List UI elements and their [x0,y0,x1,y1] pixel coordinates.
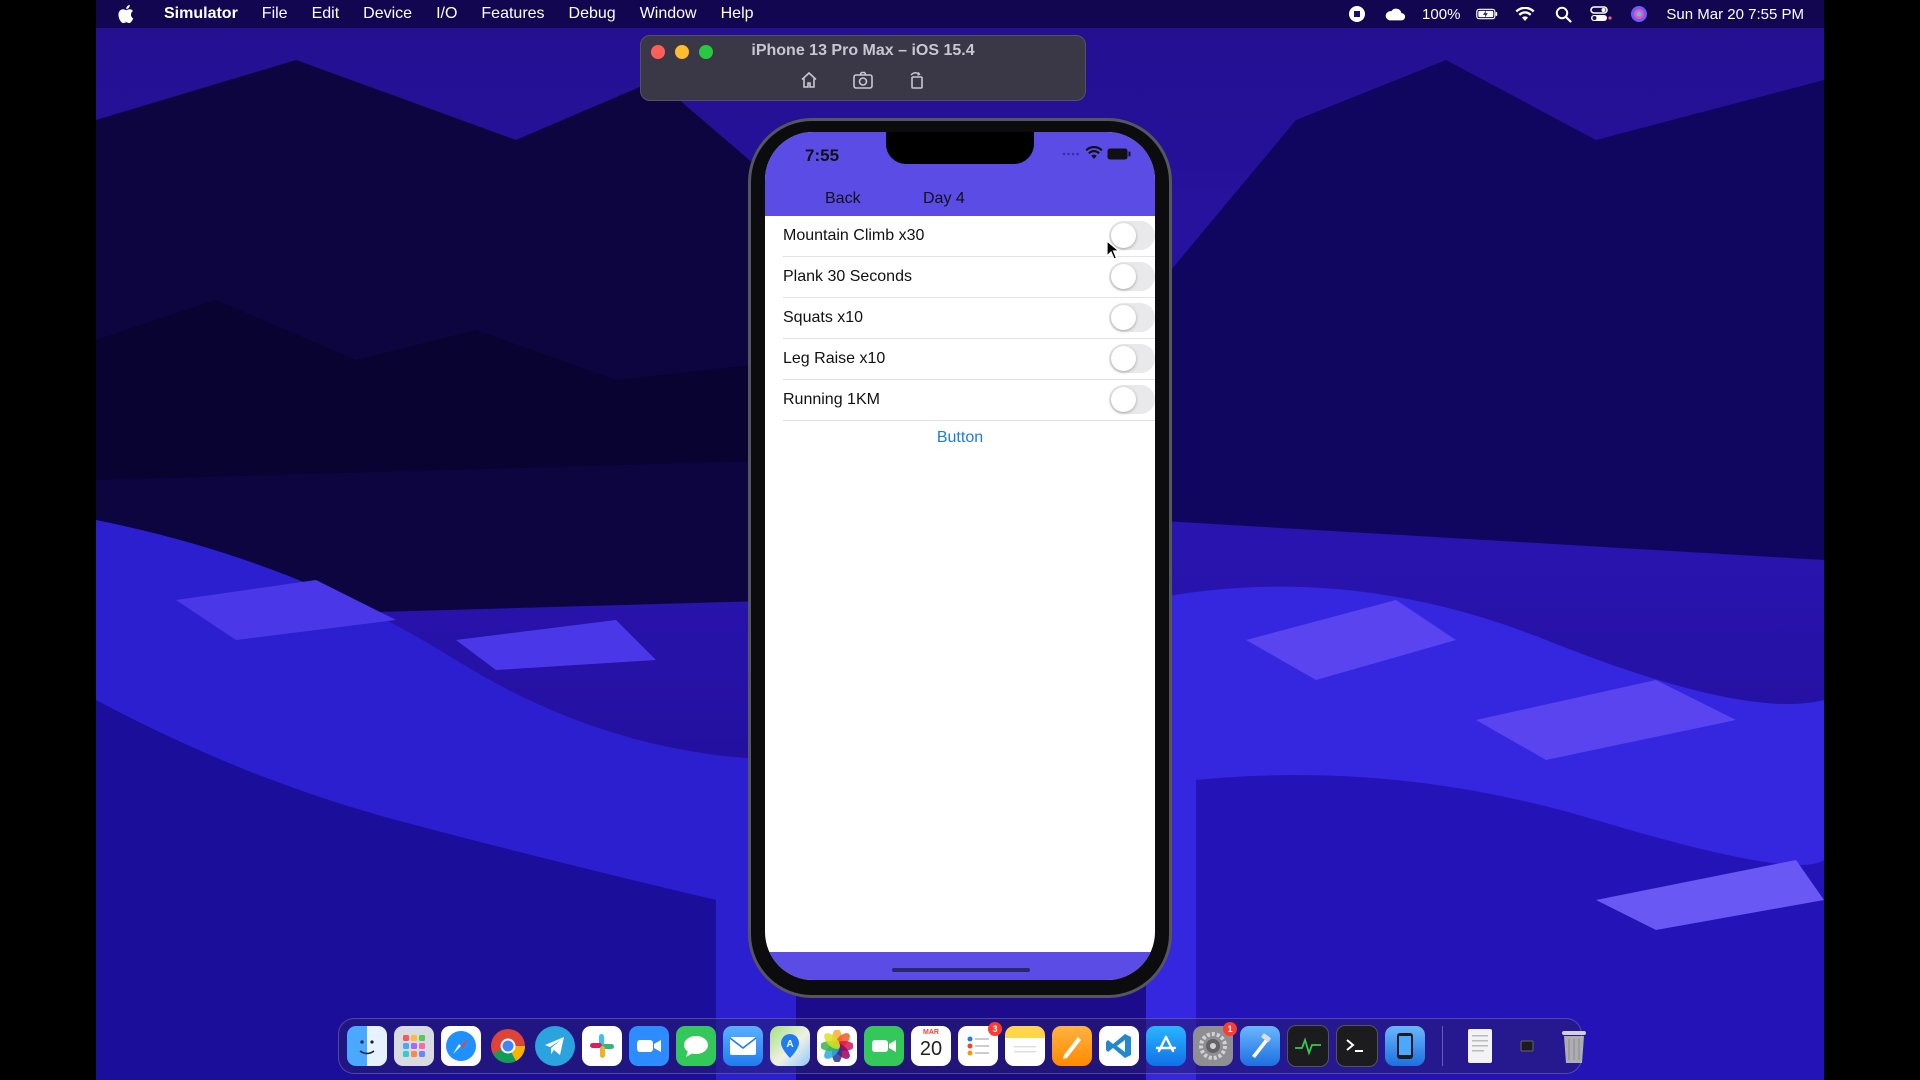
exercise-row: Running 1KM [783,380,1155,421]
screenshot-icon[interactable] [853,70,873,90]
simulator-window-title: iPhone 13 Pro Max – iOS 15.4 [751,42,975,59]
exercise-toggle[interactable] [1109,344,1155,373]
reminders-icon[interactable]: 3 [958,1022,1002,1066]
safari-icon[interactable] [441,1026,481,1066]
vscode-icon[interactable] [1099,1026,1139,1066]
chrome-icon[interactable] [488,1026,528,1066]
terminal-window-icon[interactable] [1507,1026,1547,1066]
notch [886,132,1034,164]
ios-status-time: 7:55 [805,146,840,165]
exercise-label: Squats x10 [783,309,864,326]
menu-debug[interactable]: Debug [557,0,628,28]
app-store-icon[interactable] [1146,1026,1186,1066]
iphone-screen: 7:55 Back Day 4 Mountain Climb x30 Plank… [765,132,1155,980]
toggle-knob [1111,387,1136,412]
battery-percent: 100% [1422,5,1461,23]
exercise-toggle[interactable] [1109,303,1155,332]
home-icon[interactable] [799,70,819,90]
mail-icon[interactable] [723,1026,763,1066]
calendar-month: MAR [923,1029,939,1036]
cellular-dots-icon [1062,152,1079,156]
toggle-knob [1111,346,1136,371]
simulator-icon[interactable] [1385,1026,1425,1066]
finder-icon[interactable] [347,1026,387,1066]
messages-icon[interactable] [676,1026,716,1066]
ios-wifi-icon [1085,146,1103,159]
maps-icon[interactable]: A [770,1026,810,1066]
menu-clock[interactable]: Sun Mar 20 7:55 PM [1666,6,1804,23]
exercise-row: Squats x10 [783,298,1155,339]
calendar-day: 20 [919,1038,943,1060]
exercise-label: Mountain Climb x30 [783,227,925,244]
exercise-label: Plank 30 Seconds [783,268,912,285]
menu-io[interactable]: I/O [424,0,469,28]
terminal-icon[interactable] [1336,1025,1378,1067]
telegram-icon[interactable] [535,1026,575,1066]
zoom-icon[interactable] [629,1026,669,1066]
slack-icon[interactable] [582,1026,622,1066]
trash-icon[interactable] [1554,1026,1594,1066]
exercise-row: Mountain Climb x30 [783,216,1155,257]
nav-title: Day 4 [923,190,965,207]
menu-features[interactable]: Features [469,0,556,28]
menu-app-name[interactable]: Simulator [152,0,250,28]
rotate-icon[interactable] [907,70,927,90]
menu-device[interactable]: Device [351,0,424,28]
apple-icon[interactable] [118,4,136,24]
exercise-label: Running 1KM [783,391,880,408]
pages-icon[interactable] [1052,1026,1092,1066]
bottom-bar [765,952,1155,980]
exercise-toggle[interactable] [1109,385,1155,414]
screen-record-icon[interactable] [1346,5,1368,23]
siri-icon[interactable] [1628,5,1650,23]
reminders-badge: 3 [988,1022,1002,1036]
ios-battery-icon [1107,148,1131,160]
exercise-label: Leg Raise x10 [783,350,886,367]
control-center-icon[interactable] [1590,5,1613,23]
icloud-icon[interactable] [1384,5,1406,23]
dock: A MAR 20 3 1 [338,1018,1586,1074]
menu-edit[interactable]: Edit [300,0,352,28]
exercise-list: Mountain Climb x30 Plank 30 Seconds Squa… [765,216,1155,421]
system-preferences-badge: 1 [1223,1022,1237,1036]
launchpad-icon[interactable] [394,1026,434,1066]
simulator-window-titlebar: iPhone 13 Pro Max – iOS 15.4 [640,35,1086,101]
menu-window[interactable]: Window [628,0,709,28]
toggle-knob [1111,264,1136,289]
exercise-toggle[interactable] [1109,262,1155,291]
dock-separator [1442,1026,1443,1066]
action-button[interactable]: Button [765,429,1155,447]
system-preferences-icon[interactable]: 1 [1193,1022,1237,1066]
photos-icon[interactable] [817,1026,857,1066]
exercise-row: Leg Raise x10 [783,339,1155,380]
home-indicator[interactable] [892,968,1030,972]
ios-navigation-area: 7:55 Back Day 4 [765,132,1155,216]
wifi-icon[interactable] [1514,5,1536,23]
spotlight-search-icon[interactable] [1552,5,1574,23]
activity-monitor-icon[interactable] [1287,1025,1329,1067]
battery-charging-icon[interactable] [1476,5,1498,23]
document-stack-icon[interactable] [1460,1026,1500,1066]
toggle-knob [1111,305,1136,330]
calendar-icon[interactable]: MAR 20 [911,1026,951,1066]
facetime-icon[interactable] [864,1026,904,1066]
svg-text:A: A [786,1039,793,1050]
back-button[interactable]: Back [825,190,861,208]
menu-help[interactable]: Help [709,0,766,28]
menu-file[interactable]: File [250,0,300,28]
xcode-icon[interactable] [1240,1026,1280,1066]
menu-bar: Simulator File Edit Device I/O Features … [96,0,1824,28]
navigation-bar: Back Day 4 [765,182,1155,216]
mouse-cursor-icon [1106,240,1120,260]
notes-icon[interactable] [1005,1026,1045,1066]
exercise-row: Plank 30 Seconds [783,257,1155,298]
